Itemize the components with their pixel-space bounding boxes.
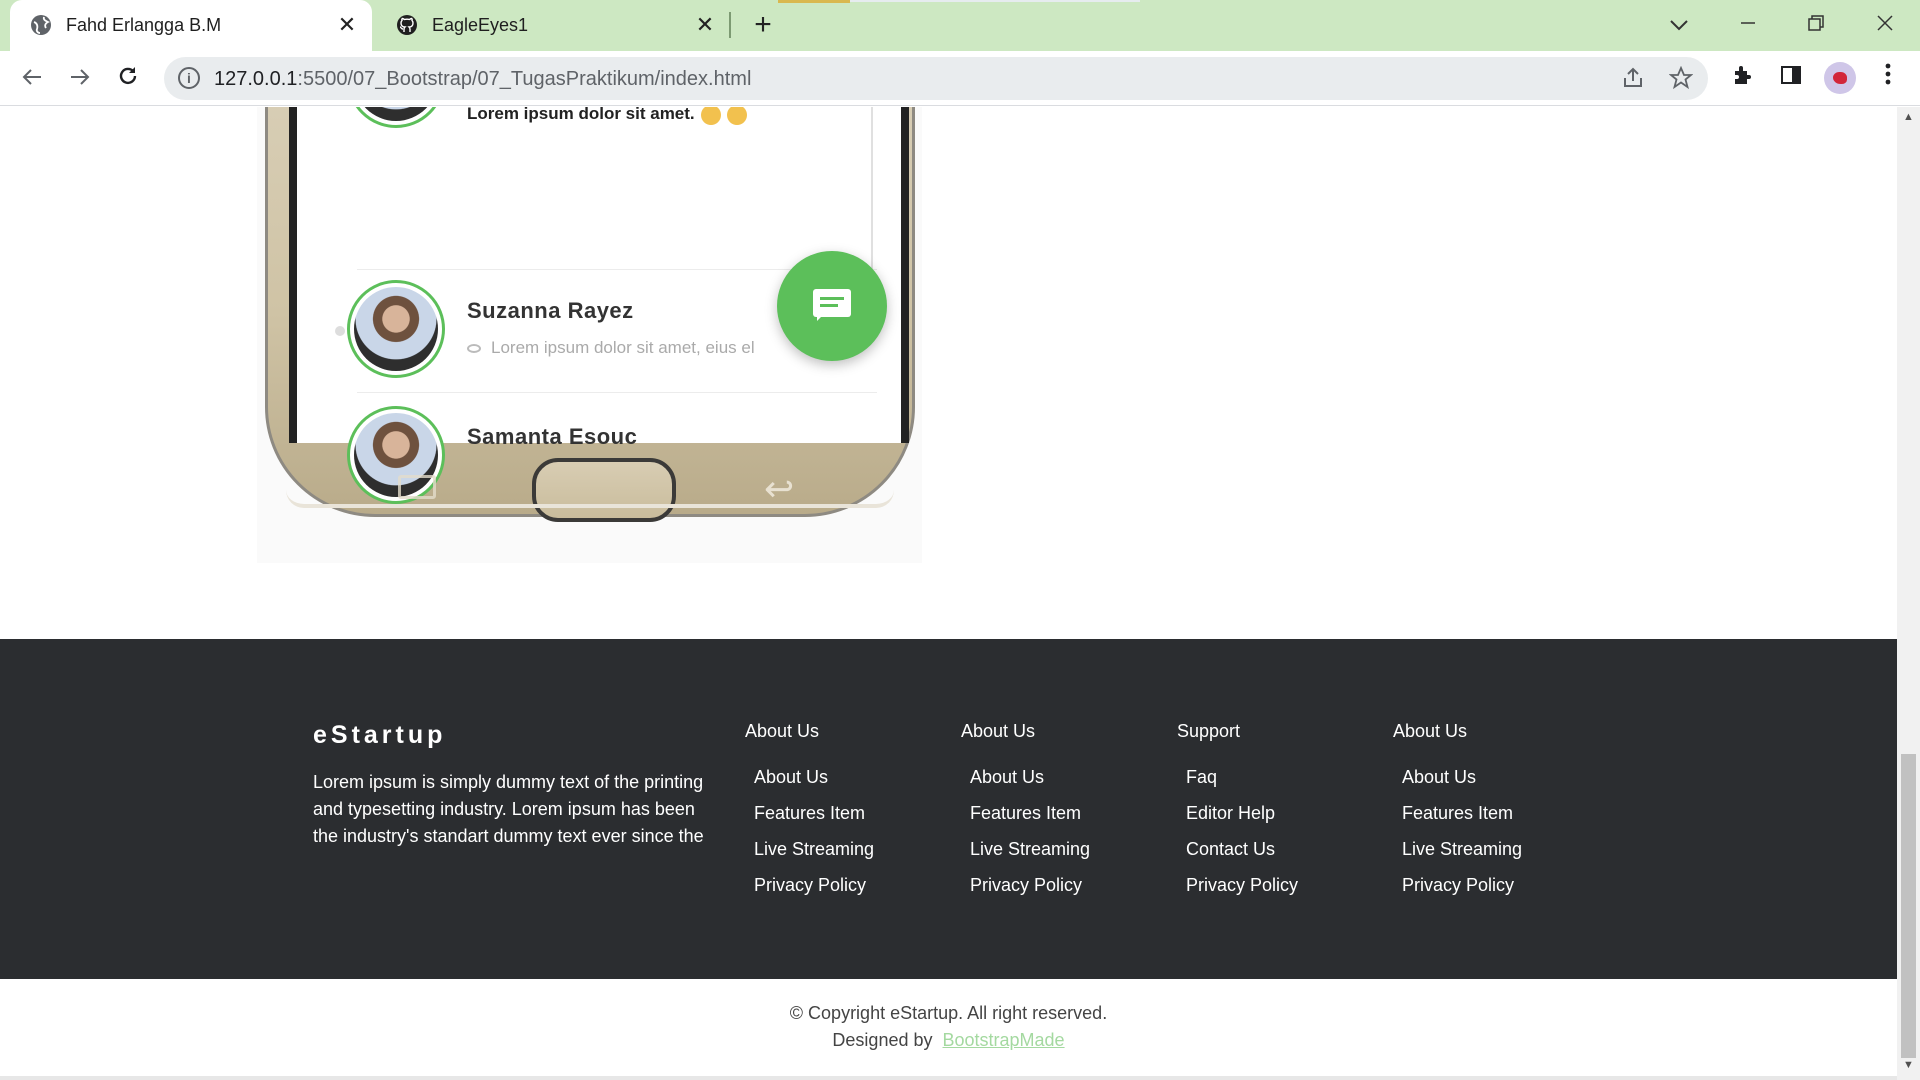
kebab-menu-icon[interactable] — [1873, 63, 1903, 93]
close-tab-icon[interactable]: ✕ — [336, 14, 358, 36]
footer-link[interactable]: About Us — [1393, 767, 1593, 803]
footer-link[interactable]: Features Item — [961, 803, 1161, 839]
site-info-icon[interactable]: i — [178, 67, 200, 89]
bookmark-star-icon[interactable] — [1668, 65, 1694, 92]
chat-message-text: Lorem ipsum dolor sit amet. — [467, 107, 695, 123]
eye-icon — [467, 344, 481, 354]
footer-link[interactable]: About Us — [961, 767, 1161, 803]
chevron-down-icon — [1670, 20, 1688, 31]
tab-title: EagleEyes1 — [432, 15, 529, 35]
bootstrapmade-link[interactable]: BootstrapMade — [943, 1030, 1065, 1050]
footer-column-heading: About Us — [745, 721, 820, 741]
scrollbar-thumb[interactable] — [1901, 754, 1916, 1058]
profile-avatar[interactable] — [1824, 62, 1856, 94]
chat-message-text: Lorem ipsum dolor sit amet, eius el — [491, 338, 755, 357]
site-footer: eStartup Lorem ipsum is simply dummy tex… — [0, 639, 1897, 979]
unread-dot — [335, 326, 345, 336]
url-text[interactable]: 127.0.0.1:5500/07_Bootstrap/07_TugasPrak… — [214, 68, 751, 91]
phone-screen: Lorem ipsum dolor sit amet. Suzanna Raye… — [289, 107, 909, 504]
smiley-emoji-icon — [700, 107, 721, 125]
footer-link[interactable]: Live Streaming — [745, 839, 945, 875]
minimize-icon[interactable] — [1728, 8, 1768, 40]
tab-search-chevron-icon[interactable] — [1659, 8, 1699, 40]
footer-column-heading: About Us — [1393, 721, 1468, 741]
scroll-up-arrow-icon[interactable]: ▲ — [1897, 111, 1920, 127]
url-host: 127.0.0.1 — [214, 68, 298, 90]
recent-apps-icon — [398, 475, 436, 499]
footer-column: About Us About Us Features Item Live Str… — [961, 721, 1161, 911]
footer-column-heading: About Us — [961, 721, 1036, 741]
tab-inactive[interactable]: EagleEyes1 ✕ — [376, 0, 726, 51]
footer-about-text: Lorem ipsum is simply dummy text of the … — [313, 772, 704, 846]
footer-column: Support Faq Editor Help Contact Us Priva… — [1177, 721, 1377, 911]
avatar — [347, 107, 445, 128]
footer-link[interactable]: Features Item — [1393, 803, 1593, 839]
forward-icon[interactable] — [64, 63, 96, 95]
footer-link[interactable]: Privacy Policy — [961, 875, 1161, 911]
tab-strip: Fahd Erlangga B.M ✕ EagleEyes1 ✕ + — [0, 0, 1920, 51]
avatar — [347, 406, 445, 504]
new-tab-icon[interactable]: + — [748, 10, 778, 40]
chat-divider — [357, 392, 877, 393]
url-path: :5500/07_Bootstrap/07_TugasPraktikum/ind… — [297, 68, 752, 90]
close-window-icon[interactable] — [1865, 8, 1905, 40]
back-icon[interactable] — [16, 63, 48, 95]
phone-mockup-image: Lorem ipsum dolor sit amet. Suzanna Raye… — [257, 107, 922, 563]
page-viewport: Lorem ipsum dolor sit amet. Suzanna Raye… — [0, 107, 1897, 1080]
footer-brand: eStartup — [313, 721, 447, 749]
message-icon — [813, 289, 851, 317]
footer-link[interactable]: Live Streaming — [961, 839, 1161, 875]
restore-icon[interactable] — [1796, 8, 1836, 40]
footer-column-heading: Support — [1177, 721, 1241, 741]
tab-separator — [729, 12, 731, 38]
tab-active[interactable]: Fahd Erlangga B.M ✕ — [10, 0, 372, 51]
footer-column: About Us About Us Features Item Live Str… — [1393, 721, 1593, 911]
page-scrollbar[interactable]: ▲ ▼ — [1897, 107, 1920, 1080]
chat-name: Suzanna Rayez — [467, 298, 634, 323]
footer-column: About Us About Us Features Item Live Str… — [745, 721, 945, 911]
phone-frame: Lorem ipsum dolor sit amet. Suzanna Raye… — [265, 107, 915, 522]
footer-link[interactable]: Live Streaming — [1393, 839, 1593, 875]
footer-link[interactable]: Privacy Policy — [745, 875, 945, 911]
browser-toolbar: i 127.0.0.1:5500/07_Bootstrap/07_TugasPr… — [0, 51, 1920, 106]
new-chat-fab — [777, 251, 887, 361]
close-tab-icon[interactable]: ✕ — [694, 14, 716, 36]
chat-name: Samanta Esouc — [467, 424, 638, 449]
footer-link[interactable]: Contact Us — [1177, 839, 1377, 875]
tab-group-indicator — [778, 0, 850, 3]
address-bar[interactable]: i 127.0.0.1:5500/07_Bootstrap/07_TugasPr… — [164, 57, 1708, 100]
avatar — [347, 280, 445, 378]
footer-link[interactable]: Editor Help — [1177, 803, 1377, 839]
page-bottom-border — [0, 1076, 1897, 1080]
footer-link[interactable]: Features Item — [745, 803, 945, 839]
chat-message: Lorem ipsum dolor sit amet. — [467, 107, 747, 125]
back-arrow-icon: ↩ — [764, 468, 795, 509]
tab-title: Fahd Erlangga B.M — [66, 15, 222, 35]
designed-by-label: Designed by — [832, 1030, 933, 1050]
copyright-text: © Copyright eStartup. All right reserved… — [789, 1003, 1108, 1023]
home-button — [532, 458, 676, 522]
designed-by: Designed by BootstrapMade — [0, 1030, 1897, 1051]
reload-icon[interactable] — [112, 63, 144, 95]
chat-message: Lorem ipsum dolor sit amet, eius el — [467, 338, 755, 358]
github-icon — [397, 15, 417, 35]
footer-link[interactable]: Privacy Policy — [1177, 875, 1377, 911]
globe-icon — [31, 15, 51, 35]
smiley-emoji-icon — [726, 107, 747, 125]
scroll-down-arrow-icon[interactable]: ▼ — [1897, 1059, 1920, 1075]
footer-link[interactable]: Faq — [1177, 767, 1377, 803]
share-icon[interactable] — [1620, 66, 1646, 92]
tab-group-indicator — [850, 0, 1140, 2]
side-panel-icon[interactable] — [1776, 63, 1806, 93]
chat-list-item: Lorem ipsum dolor sit amet. — [347, 107, 867, 128]
extensions-puzzle-icon[interactable] — [1728, 63, 1758, 93]
footer-link[interactable]: About Us — [745, 767, 945, 803]
footer-link[interactable]: Privacy Policy — [1393, 875, 1593, 911]
